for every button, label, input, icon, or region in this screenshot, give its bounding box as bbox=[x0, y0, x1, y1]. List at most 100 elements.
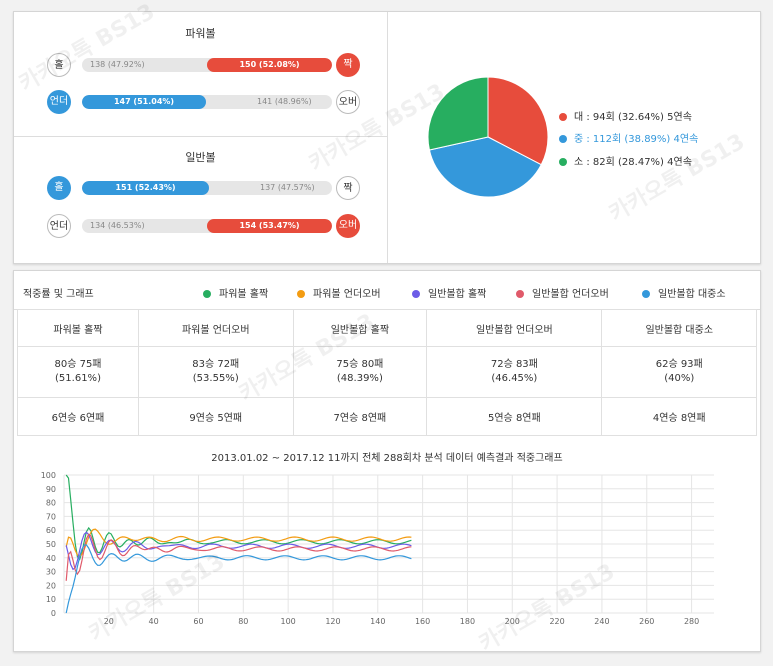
over-circle: 오버 bbox=[336, 214, 360, 238]
hit-rate-table: 파워볼 홀짝 파워볼 언더오버 일반볼합 홀짝 일반볼합 언더오버 일반볼합 대… bbox=[17, 309, 757, 436]
legend-general-size[interactable]: 일반볼합 대중소 bbox=[642, 285, 726, 300]
y-tick-label: 20 bbox=[46, 581, 56, 590]
record-cell: 83승 72패 (53.55%) bbox=[138, 346, 294, 398]
x-tick-label: 140 bbox=[370, 617, 385, 626]
x-tick-label: 20 bbox=[104, 617, 114, 626]
odd-circle: 홀 bbox=[47, 53, 71, 77]
record-cell: 72승 83패 (46.45%) bbox=[426, 346, 603, 398]
powerball-oddeven-row: 홀 138 (47.92%) 150 (52.08%) 짝 bbox=[14, 53, 387, 79]
x-tick-label: 100 bbox=[280, 617, 295, 626]
x-tick-label: 120 bbox=[325, 617, 340, 626]
y-tick-label: 80 bbox=[46, 499, 56, 508]
y-tick-label: 60 bbox=[46, 526, 56, 535]
streak-cell: 5연승 8연패 bbox=[426, 397, 603, 436]
legend-label: 파워볼 홀짝 bbox=[219, 289, 269, 300]
x-tick-label: 160 bbox=[415, 617, 430, 626]
col-header: 일반볼합 홀짝 bbox=[292, 309, 428, 347]
legend-dot bbox=[559, 158, 567, 166]
legend-general-oddeven[interactable]: 일반볼합 홀짝 bbox=[412, 285, 486, 300]
x-tick-label: 60 bbox=[193, 617, 203, 626]
y-tick-label: 90 bbox=[46, 485, 56, 494]
oddeven-bar: 138 (47.92%) 150 (52.08%) bbox=[82, 58, 332, 72]
general-oddeven-row: 홀 151 (52.43%) 137 (47.57%) 짝 bbox=[14, 176, 387, 202]
col-header: 일반볼합 대중소 bbox=[601, 309, 757, 347]
streak-cell: 9연승 5연패 bbox=[138, 397, 294, 436]
record-cell: 75승 80패 (48.39%) bbox=[292, 346, 428, 398]
x-tick-label: 40 bbox=[149, 617, 159, 626]
powerball-section: 파워볼 홀 138 (47.92%) 150 (52.08%) 짝 언더 147… bbox=[14, 12, 387, 137]
x-tick-label: 280 bbox=[684, 617, 699, 626]
general-underover-row: 언더 134 (46.53%) 154 (53.47%) 오버 bbox=[14, 214, 387, 240]
col-header: 파워볼 홀짝 bbox=[17, 309, 139, 347]
legend-general-underover[interactable]: 일반볼합 언더오버 bbox=[516, 285, 609, 300]
over-circle: 오버 bbox=[336, 90, 360, 114]
record-text: 62승 93패 bbox=[655, 359, 703, 370]
powerball-underover-row: 언더 147 (51.04%) 141 (48.96%) 오버 bbox=[14, 90, 387, 116]
hit-rate-line-chart: 0 10 20 30 40 50 60 70 80 90 100 20 40 60 80 100 120 140 1… bbox=[41, 471, 714, 626]
legend-dot bbox=[642, 290, 650, 298]
over-count: 141 (48.96%) bbox=[257, 97, 312, 106]
odd-count: 138 (47.92%) bbox=[90, 60, 145, 69]
record-text: 75승 80패 bbox=[336, 359, 384, 370]
powerball-title: 파워볼 bbox=[185, 27, 216, 40]
underover-bar: 134 (46.53%) 154 (53.47%) bbox=[82, 219, 332, 233]
col-header: 일반볼합 언더오버 bbox=[426, 309, 603, 347]
legend-powerball-underover[interactable]: 파워볼 언더오버 bbox=[297, 285, 381, 300]
record-text: 72승 83패 bbox=[490, 359, 538, 370]
legend-dot bbox=[559, 135, 567, 143]
even-fill: 150 (52.08%) bbox=[207, 58, 332, 72]
underover-bar: 147 (51.04%) 141 (48.96%) bbox=[82, 95, 332, 109]
size-pie-chart bbox=[427, 76, 549, 198]
legend-dot bbox=[297, 290, 305, 298]
x-tick-label: 220 bbox=[549, 617, 564, 626]
y-tick-label: 30 bbox=[46, 568, 56, 577]
streak-cell: 4연승 8연패 bbox=[601, 397, 757, 436]
legend-label: 소 : 82회 (28.47%) 4연속 bbox=[574, 157, 692, 168]
y-tick-label: 70 bbox=[46, 512, 56, 521]
streak-cell: 6연승 6연패 bbox=[17, 397, 139, 436]
even-circle: 짝 bbox=[336, 53, 360, 77]
legend-powerball-oddeven[interactable]: 파워볼 홀짝 bbox=[203, 285, 268, 300]
odd-circle: 홀 bbox=[47, 176, 71, 200]
ball-stats-panel: 파워볼 홀 138 (47.92%) 150 (52.08%) 짝 언더 147… bbox=[14, 12, 388, 263]
y-tick-label: 10 bbox=[46, 595, 56, 604]
x-tick-label: 80 bbox=[238, 617, 248, 626]
chart-title: 2013.01.02 ~ 2017.12 11까지 전체 288회차 분석 데이… bbox=[211, 453, 563, 464]
x-tick-label: 240 bbox=[594, 617, 609, 626]
legend-dot bbox=[203, 290, 211, 298]
streak-cell: 7연승 8연패 bbox=[292, 397, 428, 436]
even-circle: 짝 bbox=[336, 176, 360, 200]
legend-dot bbox=[516, 290, 524, 298]
under-count: 134 (46.53%) bbox=[90, 221, 145, 230]
record-text: 80승 75패 bbox=[54, 359, 102, 370]
legend-dot bbox=[559, 113, 567, 121]
x-tick-label: 200 bbox=[505, 617, 520, 626]
pie-legend-small: 소 : 82회 (28.47%) 4연속 bbox=[559, 153, 692, 168]
y-tick-label: 0 bbox=[51, 609, 56, 618]
record-pct: (48.39%) bbox=[336, 373, 383, 384]
col-header: 파워볼 언더오버 bbox=[138, 309, 294, 347]
general-title: 일반볼 bbox=[185, 151, 216, 164]
x-tick-label: 260 bbox=[639, 617, 654, 626]
even-count: 137 (47.57%) bbox=[260, 183, 315, 192]
over-fill: 154 (53.47%) bbox=[207, 219, 332, 233]
hit-rate-header: 적중률 및 그래프 파워볼 홀짝 파워볼 언더오버 일반볼합 홀짝 일반볼합 언… bbox=[14, 271, 760, 310]
legend-dot bbox=[412, 290, 420, 298]
record-cell: 62승 93패 (40%) bbox=[601, 346, 757, 398]
legend-label: 일반볼합 홀짝 bbox=[428, 289, 487, 300]
size-pie-panel: 대 : 94회 (32.64%) 5연속 중 : 112회 (38.89%) 4… bbox=[388, 12, 760, 263]
legend-label: 일반볼합 언더오버 bbox=[532, 289, 609, 300]
y-tick-label: 40 bbox=[46, 554, 56, 563]
legend-label: 파워볼 언더오버 bbox=[313, 289, 381, 300]
record-pct: (40%) bbox=[664, 373, 695, 384]
pie-slice bbox=[427, 76, 489, 151]
series-line bbox=[65, 544, 412, 614]
pie-legend-large: 대 : 94회 (32.64%) 5연속 bbox=[559, 108, 692, 123]
summary-card: 파워볼 홀 138 (47.92%) 150 (52.08%) 짝 언더 147… bbox=[13, 11, 761, 264]
record-pct: (51.61%) bbox=[55, 373, 101, 384]
hit-rate-card: 적중률 및 그래프 파워볼 홀짝 파워볼 언더오버 일반볼합 홀짝 일반볼합 언… bbox=[13, 270, 761, 652]
record-pct: (53.55%) bbox=[192, 373, 239, 384]
x-tick-label: 180 bbox=[460, 617, 475, 626]
legend-label: 일반볼합 대중소 bbox=[658, 289, 726, 300]
under-fill: 147 (51.04%) bbox=[82, 95, 206, 109]
